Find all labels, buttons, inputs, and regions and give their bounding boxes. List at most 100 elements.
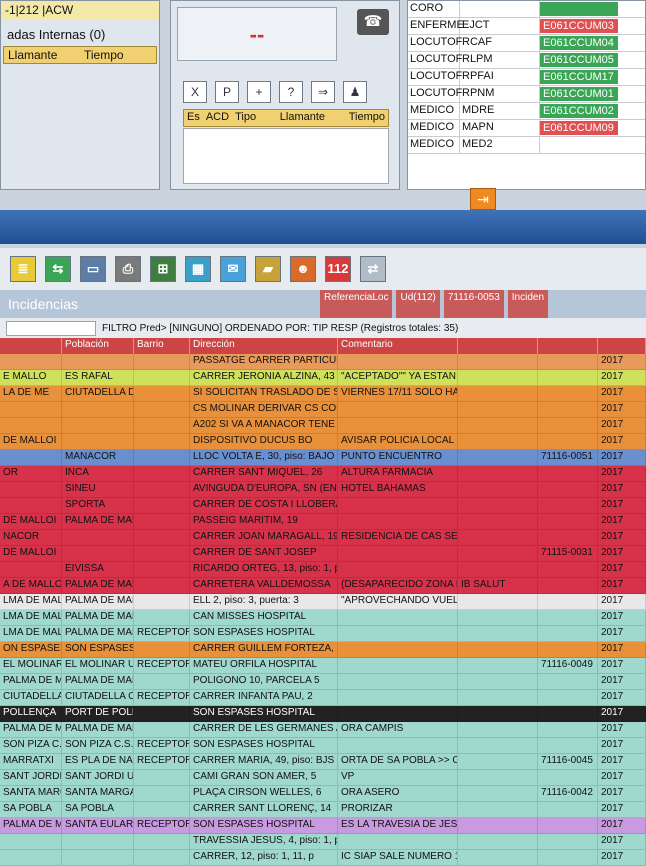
incident-row[interactable]: ON ESPASES HOSON ESPASES HO CARRER GUILLE…: [0, 642, 646, 658]
incident-row[interactable]: LMA DE MALLOIPALMA DE MALLOIRECEPTORSON …: [0, 626, 646, 642]
incident-row[interactable]: CIUTADELLA C.S.CIUTADELLA C.S.RECEPTORCA…: [0, 690, 646, 706]
incident-row[interactable]: EL MOLINAR U.B.SEL MOLINAR U.B.SRECEPTOR…: [0, 658, 646, 674]
incident-row[interactable]: SA POBLA SA POBLA CARRER SANT LLORENÇ, 14 P…: [0, 802, 646, 818]
incident-row[interactable]: OR INCA CARRER SANT MIQUEL, 26 ALTURA FARMA…: [0, 466, 646, 482]
incident-row[interactable]: TRAVESSIA JESUS, 4, piso: 1, pu 2017: [0, 834, 646, 850]
incident-row[interactable]: SINEU AVINGUDA D'EUROPA, SN (EN HOTEL BAHA…: [0, 482, 646, 498]
operator-status: E061CCUM05: [540, 53, 618, 67]
incident-row[interactable]: CS MOLINAR DERIVAR CS COLL 2017: [0, 402, 646, 418]
incident-cell: [62, 434, 134, 449]
incident-row[interactable]: MANACOR LLOC VOLTA E, 30, piso: BAJO PUNTO…: [0, 450, 646, 466]
incident-cell: 2017: [598, 834, 646, 849]
exit-icon[interactable]: ⇥: [470, 188, 496, 210]
incident-cell: [458, 722, 538, 737]
incident-row[interactable]: DE MALLOI CARRER DE SANT JOSEP 71115-0031 2…: [0, 546, 646, 562]
col-tipo[interactable]: Tipo: [232, 110, 259, 126]
operator-row[interactable]: CORO: [408, 1, 645, 18]
incident-row[interactable]: DE MALLOIPALMA DE MALLOI PASSEIG MARITIM,…: [0, 514, 646, 530]
print-icon[interactable]: ⎙: [115, 256, 141, 282]
col-barrio[interactable]: Barrio: [134, 338, 190, 354]
operator-row[interactable]: ENFERME EJCT E061CCUM03: [408, 18, 645, 35]
incident-cell: MATEU ORFILA HOSPITAL: [190, 658, 338, 673]
phone-icon[interactable]: ☎: [357, 9, 389, 35]
transfer-icon[interactable]: ⇆: [45, 256, 71, 282]
incident-cell: 2017: [598, 706, 646, 721]
col-tiempo[interactable]: Tiempo: [346, 110, 388, 126]
incident-cell: [62, 402, 134, 417]
dispatch-icon[interactable]: ⇄: [360, 256, 386, 282]
incident-cell: AVINGUDA D'EUROPA, SN (EN: [190, 482, 338, 497]
incident-row[interactable]: EIVISSA RICARDO ORTEG, 13, piso: 1, pu 201…: [0, 562, 646, 578]
col-llamante[interactable]: Llamante: [4, 47, 80, 63]
incident-cell: 71116-0049: [538, 658, 598, 673]
operator-row[interactable]: LOCUTOF RLPM E061CCUM05: [408, 52, 645, 69]
col-direccion[interactable]: Dirección: [190, 338, 338, 354]
incident-cell: [538, 722, 598, 737]
folder-icon[interactable]: ▰: [255, 256, 281, 282]
incident-cell: SANTA MARGALI: [0, 786, 62, 801]
filter-field[interactable]: [6, 320, 96, 336]
incident-row[interactable]: A DE MALLOIPALMA DE MALLOI CARRETERA VALL…: [0, 578, 646, 594]
info-button[interactable]: ?: [279, 81, 303, 103]
incident-row[interactable]: A202 SI VA A MANACOR TENE 2017: [0, 418, 646, 434]
hangup-button[interactable]: X: [183, 81, 207, 103]
operator-row[interactable]: MEDICO MDRE E061CCUM02: [408, 103, 645, 120]
incident-cell: 2017: [598, 754, 646, 769]
col-acd[interactable]: ACD: [203, 110, 232, 126]
gallery-icon[interactable]: ▦: [185, 256, 211, 282]
incident-row[interactable]: PALMA DE MALLOIPALMA DE MALLOI CARRER DE …: [0, 722, 646, 738]
internal-calls-panel: -1|212 |ACW adas Internas (0) Llamante T…: [0, 0, 160, 190]
operator-row[interactable]: LOCUTOF RPFAI E061CCUM17: [408, 69, 645, 86]
windows-icon[interactable]: ⊞: [150, 256, 176, 282]
incident-row[interactable]: MARRATXIES PLA DE NA TESRECEPTORCARRER M…: [0, 754, 646, 770]
add-button[interactable]: +: [247, 81, 271, 103]
card-icon[interactable]: ▭: [80, 256, 106, 282]
incident-row[interactable]: POLLENÇAPORT DE POLLEN SON ESPASES HOSPIT…: [0, 706, 646, 722]
col-header[interactable]: [598, 338, 646, 354]
incident-row[interactable]: PALMA DE MALLOISANTA EULARIA DRECEPTORSO…: [0, 818, 646, 834]
ref-value: 71116-0053: [443, 290, 504, 318]
col-llamante[interactable]: Llamante: [259, 110, 346, 126]
mail-icon[interactable]: ✉: [220, 256, 246, 282]
operator-row[interactable]: LOCUTOF RCAF E061CCUM04: [408, 35, 645, 52]
incident-row[interactable]: SON PIZA C.S.SON PIZA C.S.RECEPTORSON ES…: [0, 738, 646, 754]
incident-row[interactable]: LMA DE MALLOIPALMA DE MALLOI CAN MISSES H…: [0, 610, 646, 626]
incident-row[interactable]: LA DE MECIUTADELLA DE ME SI SOLICITAN TRA…: [0, 386, 646, 402]
forward-button[interactable]: ⇒: [311, 81, 335, 103]
park-button[interactable]: P: [215, 81, 239, 103]
col-tiempo[interactable]: Tiempo: [80, 47, 156, 63]
operator-row[interactable]: MEDICO MAPN E061CCUM09: [408, 120, 645, 137]
incident-cell: ELL 2, piso: 3, puerta: 3: [190, 594, 338, 609]
list-icon[interactable]: ≣: [10, 256, 36, 282]
queue-list[interactable]: [183, 128, 389, 184]
incident-row[interactable]: CARRER, 12, piso: 1, 11, p IC SIAP SALE N…: [0, 850, 646, 866]
col-es[interactable]: Es: [184, 110, 203, 126]
col-poblacion[interactable]: Población: [62, 338, 134, 354]
agents-button[interactable]: ♟: [343, 81, 367, 103]
incident-cell: [458, 466, 538, 481]
incident-cell: [134, 722, 190, 737]
col-header[interactable]: [0, 338, 62, 354]
incident-row[interactable]: SPORTA CARRER DE COSTA I LLOBERA 2017: [0, 498, 646, 514]
ref-label-0: ReferenciaLoc: [320, 290, 393, 318]
incident-row[interactable]: LMA DE MALLOIPALMA DE MALLOI ELL 2, piso:…: [0, 594, 646, 610]
incident-row[interactable]: E MALLO ES RAFAL CARRER JERONIA ALZINA, 43…: [0, 370, 646, 386]
incident-row[interactable]: PALMA DE MALLOIPALMA DE MALLOI POLIGONO 1…: [0, 674, 646, 690]
col-header[interactable]: [458, 338, 538, 354]
emergency-112-icon[interactable]: 112: [325, 256, 351, 282]
incident-row[interactable]: SANTA MARGALISANTA MARGALID PLAÇA CIRSON …: [0, 786, 646, 802]
incident-cell: INCA: [62, 466, 134, 481]
incident-cell: CARRER SANT MIQUEL, 26: [190, 466, 338, 481]
operator-row[interactable]: LOCUTOF RPNM E061CCUM01: [408, 86, 645, 103]
incident-row[interactable]: DE MALLOI DISPOSITIVO DUCUS BO AVISAR POLI…: [0, 434, 646, 450]
incident-row[interactable]: NACOR CARRER JOAN MARAGALL, 19 RESIDENCIA …: [0, 530, 646, 546]
incident-cell: "ACEPTADO"" YA ESTAN 1: [338, 370, 458, 385]
incident-row[interactable]: SANT JORDI U.B.SSANT JORDI U.B.S CAMI GRA…: [0, 770, 646, 786]
incident-row[interactable]: PASSATGE CARRER PARTICULAR 2017: [0, 354, 646, 370]
incident-cell: [0, 402, 62, 417]
people-icon[interactable]: ☻: [290, 256, 316, 282]
col-comentario[interactable]: Comentario: [338, 338, 458, 354]
col-header[interactable]: [538, 338, 598, 354]
incident-cell: [458, 786, 538, 801]
operator-row[interactable]: MEDICO MED2: [408, 137, 645, 154]
